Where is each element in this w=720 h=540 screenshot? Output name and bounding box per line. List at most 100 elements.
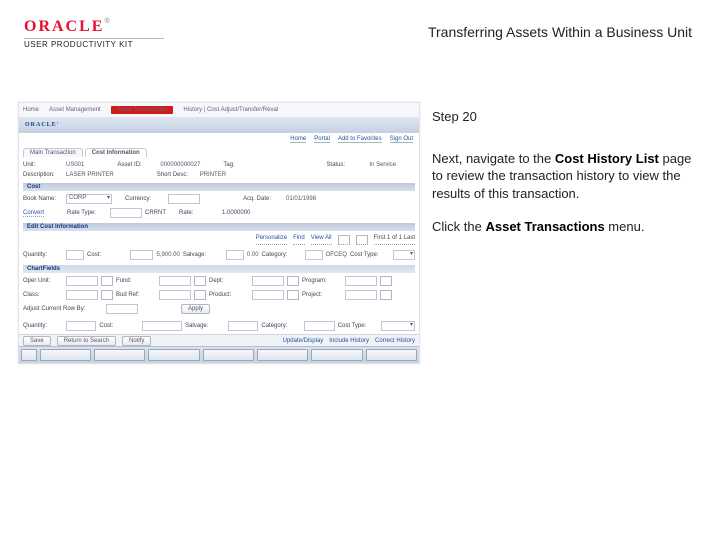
embedded-screenshot: Home Asset Management Asset Transactions… — [18, 102, 420, 364]
lookup-icon[interactable] — [194, 276, 206, 286]
oracle-bar: ORACLE' — [19, 117, 419, 133]
cost-header: Cost — [23, 183, 415, 191]
short-label: Short Desc: — [157, 172, 197, 178]
adj-input[interactable] — [106, 304, 138, 314]
adj-label: Adjust Current Row By: — [23, 306, 103, 312]
link-personalize[interactable]: Personalize — [256, 235, 287, 245]
breadcrumb: Home Asset Management Asset Transactions… — [19, 103, 419, 117]
tab-main[interactable]: Main Transaction — [23, 148, 83, 157]
convert-link[interactable]: Convert — [23, 210, 44, 217]
task-button[interactable] — [257, 349, 308, 361]
menu-home[interactable]: Home — [290, 136, 306, 143]
task-button[interactable] — [40, 349, 91, 361]
instruction-1: Next, navigate to the Cost History List … — [432, 150, 692, 203]
bold-asset-transactions: Asset Transactions — [485, 219, 604, 234]
lookup-icon[interactable] — [101, 290, 113, 300]
return-button[interactable]: Return to Search — [57, 336, 116, 346]
fund-input[interactable] — [159, 276, 191, 286]
zoom-icon[interactable] — [356, 235, 368, 245]
grid-icon[interactable] — [338, 235, 350, 245]
short-value: PRINTER — [200, 172, 226, 178]
save-button[interactable]: Save — [23, 336, 51, 346]
cat-input[interactable] — [305, 250, 323, 260]
ct2-select[interactable] — [381, 321, 415, 331]
menu-signout[interactable]: Sign Out — [390, 136, 413, 143]
status-label: Status: — [326, 162, 366, 168]
rate-input[interactable] — [110, 208, 142, 218]
tm-mark: ® — [104, 18, 109, 25]
cost2-label: Cost: — [99, 323, 139, 329]
step-number: Step 20 — [432, 108, 692, 126]
sal-input[interactable] — [226, 250, 244, 260]
link-find[interactable]: Find — [293, 235, 305, 245]
cat2-input[interactable] — [304, 321, 334, 331]
dept-label: Dept: — [209, 278, 249, 284]
sal2-label: Salvage: — [185, 323, 225, 329]
desc-label: Description: — [23, 172, 63, 178]
adj2-label: Adjust Current Row By: — [23, 363, 103, 364]
cat-label: Category: — [262, 252, 302, 258]
cost2-input[interactable] — [142, 321, 182, 331]
fund-label: Fund: — [116, 278, 156, 284]
taskbar — [19, 346, 419, 363]
task-button[interactable] — [148, 349, 199, 361]
lookup-icon[interactable] — [287, 290, 299, 300]
cat2-label: Category: — [261, 323, 301, 329]
link-viewall[interactable]: View All — [311, 235, 332, 245]
prog-input[interactable] — [345, 276, 377, 286]
proj-input[interactable] — [345, 290, 377, 300]
ct2-label: Cost Type: — [338, 323, 378, 329]
proj-label: Project: — [302, 292, 342, 298]
lookup-icon[interactable] — [380, 290, 392, 300]
book-select[interactable]: CORP — [66, 194, 112, 204]
q-input[interactable] — [66, 250, 84, 260]
dept-input[interactable] — [252, 276, 284, 286]
assetid-value: 000000000027 — [160, 162, 200, 168]
lookup-icon[interactable] — [101, 276, 113, 286]
cur-input[interactable] — [168, 194, 200, 204]
class-input[interactable] — [66, 290, 98, 300]
sal2-input[interactable] — [228, 321, 258, 331]
link-include[interactable]: Include History — [329, 338, 369, 344]
bold-cost-history: Cost History List — [555, 151, 659, 166]
oper-input[interactable] — [66, 276, 98, 286]
oracle-logo: ORACLE — [24, 18, 104, 35]
crumb-trail: History | Cost Adjust/Transfer/Reval — [183, 107, 278, 113]
cur-label: Currency: — [125, 196, 165, 202]
instruction-2: Click the Asset Transactions menu. — [432, 218, 692, 236]
q-label: Quantity: — [23, 252, 63, 258]
crumb-active[interactable]: Asset Transactions — [111, 106, 174, 114]
unit-value: US001 — [66, 162, 84, 168]
lookup-icon[interactable] — [380, 276, 392, 286]
notify-button[interactable]: Notify — [122, 336, 151, 346]
brand-tagline: USER PRODUCTIVITY KIT — [24, 38, 164, 49]
apply-button[interactable]: Apply — [181, 304, 210, 314]
link-correct[interactable]: Correct History — [375, 338, 415, 344]
desc-value: LASER PRINTER — [66, 172, 114, 178]
portal-menu: Home Portal Add to Favorites Sign Out — [19, 133, 419, 145]
ct-select[interactable] — [393, 250, 415, 260]
task-button[interactable] — [366, 349, 417, 361]
q2-label: Quantity: — [23, 323, 63, 329]
task-button[interactable] — [94, 349, 145, 361]
menu-portal[interactable]: Portal — [314, 136, 330, 143]
link-update[interactable]: Update/Display — [283, 338, 324, 344]
crumb-asset[interactable]: Asset Management — [49, 107, 101, 113]
costf-label: Cost: — [87, 252, 127, 258]
q2-input[interactable] — [66, 321, 96, 331]
task-button[interactable] — [311, 349, 362, 361]
bud-label: Bud Ref: — [116, 292, 156, 298]
bud-input[interactable] — [159, 290, 191, 300]
tab-row: Main Transaction Cost Information — [19, 145, 419, 157]
tab-cost[interactable]: Cost Information — [85, 148, 147, 157]
costf-input[interactable] — [130, 250, 153, 260]
crumb-home[interactable]: Home — [23, 107, 39, 113]
lookup-icon[interactable] — [287, 276, 299, 286]
task-button[interactable] — [21, 349, 37, 361]
edit-cost-header: Edit Cost Information — [23, 223, 415, 231]
lookup-icon[interactable] — [194, 290, 206, 300]
menu-fav[interactable]: Add to Favorites — [338, 136, 382, 143]
task-button[interactable] — [203, 349, 254, 361]
acq-value: 01/01/1998 — [286, 196, 316, 202]
prod-input[interactable] — [252, 290, 284, 300]
